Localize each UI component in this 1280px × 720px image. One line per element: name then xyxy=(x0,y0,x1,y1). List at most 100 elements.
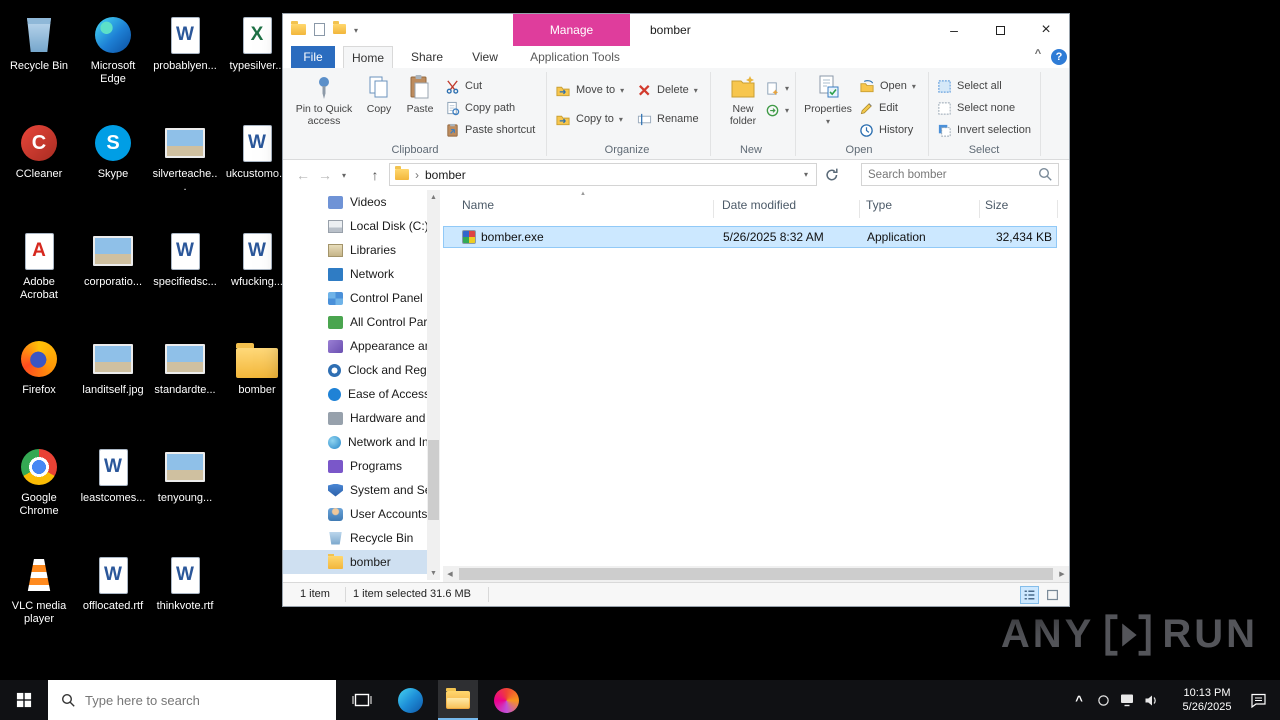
sidebar-item-videos[interactable]: Videos xyxy=(283,190,427,214)
column-header-date-modified[interactable]: Date modified xyxy=(722,198,796,212)
desktop-icon-standardte[interactable]: standardte... xyxy=(152,338,218,397)
sidebar-item-appearance-personalization[interactable]: Appearance an... xyxy=(283,334,427,358)
qat-properties-icon[interactable] xyxy=(314,23,325,36)
rename-button[interactable]: Rename xyxy=(637,109,699,129)
edge-taskbar-button[interactable] xyxy=(390,680,430,720)
desktop-icon-google-chrome[interactable]: Google Chrome xyxy=(6,446,72,518)
up-icon[interactable]: ↑ xyxy=(365,160,385,190)
sidebar-item-network[interactable]: Network xyxy=(283,262,427,286)
back-icon[interactable]: ← xyxy=(293,160,313,190)
desktop-icon-landitself[interactable]: landitself.jpg xyxy=(80,338,146,397)
desktop-icon-probablyen[interactable]: probablyen... xyxy=(152,14,218,73)
sidebar-item-programs[interactable]: Programs xyxy=(283,454,427,478)
column-divider[interactable] xyxy=(713,200,714,218)
new-folder-button[interactable]: New folder xyxy=(720,72,766,127)
column-divider[interactable] xyxy=(1057,200,1058,218)
column-header-type[interactable]: Type xyxy=(866,198,892,212)
desktop-icon-firefox[interactable]: Firefox xyxy=(6,338,72,397)
details-view-button[interactable] xyxy=(1020,586,1039,604)
copy-to-button[interactable]: Copy to xyxy=(555,109,623,129)
desktop-icon-adobe-acrobat[interactable]: Adobe Acrobat xyxy=(6,230,72,302)
action-center-button[interactable] xyxy=(1238,680,1278,720)
manage-contextual-tab[interactable]: Manage xyxy=(513,14,630,46)
maximize-button[interactable] xyxy=(977,14,1023,46)
desktop-icon-leastcomes[interactable]: leastcomes... xyxy=(80,446,146,505)
sidebar-item-recycle-bin[interactable]: Recycle Bin xyxy=(283,526,427,550)
sidebar-item-control-panel[interactable]: Control Panel xyxy=(283,286,427,310)
sidebar-item-bomber[interactable]: bomber xyxy=(283,550,427,574)
column-divider[interactable] xyxy=(979,200,980,218)
sidebar-item-libraries[interactable]: Libraries xyxy=(283,238,427,262)
tab-view[interactable]: View xyxy=(461,46,509,68)
sidebar-item-system-and-security[interactable]: System and Se... xyxy=(283,478,427,502)
column-header-size[interactable]: Size xyxy=(985,198,1008,212)
scroll-right-icon[interactable]: ▶ xyxy=(1055,566,1069,582)
minimize-button[interactable]: – xyxy=(931,14,977,46)
tray-icon[interactable] xyxy=(1092,680,1114,720)
qat-customize-chevron-icon[interactable] xyxy=(354,22,358,36)
paste-shortcut-button[interactable]: Paste shortcut xyxy=(445,120,535,140)
taskbar-clock[interactable]: 10:13 PM 5/26/2025 xyxy=(1176,680,1238,720)
desktop-icon-wfucking[interactable]: wfucking... xyxy=(224,230,290,289)
desktop-icon-ukcustomo[interactable]: ukcustomo... xyxy=(224,122,290,181)
app-taskbar-button[interactable] xyxy=(486,680,526,720)
delete-button[interactable]: Delete xyxy=(637,80,698,100)
column-header-name[interactable]: Name xyxy=(462,198,494,212)
desktop-icon-ccleaner[interactable]: CCleaner xyxy=(6,122,72,181)
breadcrumb[interactable]: › bomber xyxy=(389,163,817,186)
taskbar-search[interactable] xyxy=(48,680,336,720)
search-input[interactable] xyxy=(862,169,1038,181)
refresh-button[interactable] xyxy=(824,167,839,185)
sidebar-item-all-control-panel-items[interactable]: All Control Par... xyxy=(283,310,427,334)
desktop-icon-recycle-bin[interactable]: Recycle Bin xyxy=(6,14,72,73)
file-row-bomber.exe[interactable]: bomber.exe5/26/2025 8:32 AMApplication32… xyxy=(443,226,1057,248)
select-none-button[interactable]: Select none xyxy=(937,98,1015,118)
collapse-ribbon-icon[interactable]: ^ xyxy=(1029,48,1047,60)
desktop-icon-corporatio[interactable]: corporatio... xyxy=(80,230,146,289)
tab-application-tools[interactable]: Application Tools xyxy=(523,46,627,68)
desktop-icon-bomber[interactable]: bomber xyxy=(224,338,290,397)
sidebar-item-local-disk-c[interactable]: Local Disk (C:) xyxy=(283,214,427,238)
desktop-icon-specifiedsc[interactable]: specifiedsc... xyxy=(152,230,218,289)
invert-selection-button[interactable]: Invert selection xyxy=(937,120,1031,140)
network-tray-button[interactable] xyxy=(1116,680,1138,720)
taskbar-search-input[interactable] xyxy=(85,693,305,708)
desktop-icon-skype[interactable]: Skype xyxy=(80,122,146,181)
sidebar-item-network-and-internet[interactable]: Network and In... xyxy=(283,430,427,454)
open-button[interactable]: Open xyxy=(859,76,916,96)
close-button[interactable]: × xyxy=(1023,14,1069,46)
desktop-icon-offlocated[interactable]: offlocated.rtf xyxy=(80,554,146,613)
select-all-button[interactable]: Select all xyxy=(937,76,1002,96)
sidebar-item-ease-of-access[interactable]: Ease of Access xyxy=(283,382,427,406)
desktop-icon-vlc-media-player[interactable]: VLC media player xyxy=(6,554,72,626)
address-dropdown-chevron-icon[interactable] xyxy=(795,163,817,186)
volume-tray-button[interactable] xyxy=(1140,680,1162,720)
scroll-up-icon[interactable]: ▲ xyxy=(427,190,440,204)
cut-button[interactable]: Cut xyxy=(445,76,482,96)
qat-new-folder-icon[interactable] xyxy=(333,24,346,34)
scroll-left-icon[interactable]: ◀ xyxy=(443,566,457,582)
desktop-icon-typesilver[interactable]: typesilver... xyxy=(224,14,290,73)
copy-button[interactable]: Copy xyxy=(361,72,397,115)
pin-to-quick-access-button[interactable]: Pin to Quick access xyxy=(293,72,355,127)
new-item-button[interactable] xyxy=(765,78,789,98)
copy-path-button[interactable]: Copy path xyxy=(445,98,515,118)
tab-file[interactable]: File xyxy=(291,46,335,68)
properties-button[interactable]: Properties xyxy=(801,72,855,128)
easy-access-button[interactable] xyxy=(765,100,789,120)
help-icon[interactable]: ? xyxy=(1051,49,1067,65)
sidebar-item-clock-and-region[interactable]: Clock and Regi... xyxy=(283,358,427,382)
scroll-down-icon[interactable]: ▼ xyxy=(427,566,440,580)
forward-icon[interactable]: → xyxy=(315,160,335,190)
desktop-icon-thinkvote[interactable]: thinkvote.rtf xyxy=(152,554,218,613)
tab-home[interactable]: Home xyxy=(343,46,393,68)
desktop-icon-silverteache[interactable]: silverteache... xyxy=(152,122,218,194)
recent-locations-chevron-icon[interactable] xyxy=(337,160,351,190)
horizontal-scrollbar[interactable]: ◀ ▶ xyxy=(443,566,1069,582)
tab-share[interactable]: Share xyxy=(401,46,453,68)
column-divider[interactable] xyxy=(859,200,860,218)
sidebar-item-hardware-and-sound[interactable]: Hardware and ... xyxy=(283,406,427,430)
history-button[interactable]: History xyxy=(859,120,913,140)
scrollbar-thumb[interactable] xyxy=(428,440,439,520)
sidebar-scrollbar[interactable]: ▲ ▼ xyxy=(427,190,440,580)
